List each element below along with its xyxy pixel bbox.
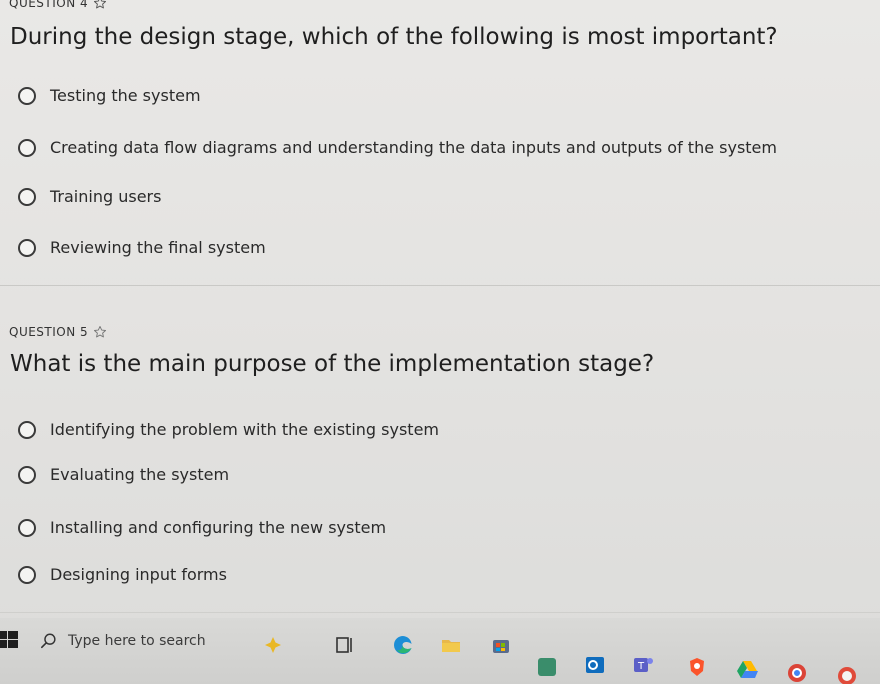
option-designing-input-forms[interactable]: Designing input forms — [18, 565, 227, 584]
option-identifying-the-problem[interactable]: Identifying the problem with the existin… — [18, 420, 439, 439]
question-text: What is the main purpose of the implemen… — [10, 351, 655, 377]
teams-icon[interactable]: T — [632, 654, 654, 676]
option-label: Identifying the problem with the existin… — [50, 420, 439, 439]
weather-icon[interactable] — [262, 634, 284, 656]
radio-button[interactable] — [18, 138, 36, 157]
radio-button[interactable] — [18, 187, 36, 206]
question-header: QUESTION 5 — [9, 325, 107, 339]
option-training-users[interactable]: Training users — [18, 187, 161, 206]
option-label: Training users — [50, 187, 162, 206]
radio-button[interactable] — [18, 465, 36, 484]
chrome-icon[interactable] — [786, 662, 808, 684]
star-icon[interactable] — [93, 325, 107, 339]
taskbar: Type here to search T — [0, 618, 880, 684]
search-placeholder: Type here to search — [68, 633, 206, 649]
page-divider — [0, 612, 880, 613]
question-header: QUESTION 4 — [9, 0, 107, 10]
svg-text:T: T — [637, 661, 645, 672]
brave-icon[interactable] — [686, 656, 708, 678]
windows-start-icon[interactable] — [0, 630, 18, 650]
question-number: QUESTION 5 — [9, 325, 89, 339]
radio-button[interactable] — [18, 86, 36, 105]
question-divider — [0, 285, 880, 286]
option-label: Installing and configuring the new syste… — [50, 518, 387, 537]
search-icon — [40, 632, 58, 650]
star-icon[interactable] — [93, 0, 107, 10]
radio-button[interactable] — [18, 565, 36, 584]
question-text: During the design stage, which of the fo… — [10, 24, 778, 50]
file-explorer-icon[interactable] — [440, 634, 462, 656]
option-creating-data-flow-diagrams[interactable]: Creating data flow diagrams and understa… — [18, 138, 777, 157]
question-5: QUESTION 5 What is the main purpose of t… — [0, 305, 880, 605]
question-number: QUESTION 4 — [9, 0, 89, 10]
option-testing-the-system[interactable]: Testing the system — [18, 86, 201, 105]
radio-button[interactable] — [18, 238, 36, 257]
outlook-icon[interactable] — [584, 654, 606, 676]
option-reviewing-final-system[interactable]: Reviewing the final system — [18, 238, 266, 257]
option-evaluating-the-system[interactable]: Evaluating the system — [18, 465, 229, 484]
option-label: Testing the system — [50, 86, 201, 105]
app-icon[interactable] — [836, 662, 858, 684]
taskbar-search-box[interactable]: Type here to search — [40, 632, 206, 650]
option-installing-and-configuring[interactable]: Installing and configuring the new syste… — [18, 518, 386, 537]
question-4: QUESTION 4 During the design stage, whic… — [0, 0, 880, 282]
store-icon[interactable] — [490, 634, 512, 656]
option-label: Evaluating the system — [50, 465, 230, 484]
radio-button[interactable] — [18, 420, 36, 439]
option-label: Designing input forms — [50, 565, 227, 584]
option-label: Creating data flow diagrams and understa… — [50, 138, 777, 157]
task-view-icon[interactable] — [334, 634, 356, 656]
app-icon[interactable] — [536, 656, 556, 676]
radio-button[interactable] — [18, 518, 36, 537]
google-drive-icon[interactable] — [736, 658, 758, 680]
edge-icon[interactable] — [392, 634, 414, 656]
option-label: Reviewing the final system — [50, 238, 266, 257]
